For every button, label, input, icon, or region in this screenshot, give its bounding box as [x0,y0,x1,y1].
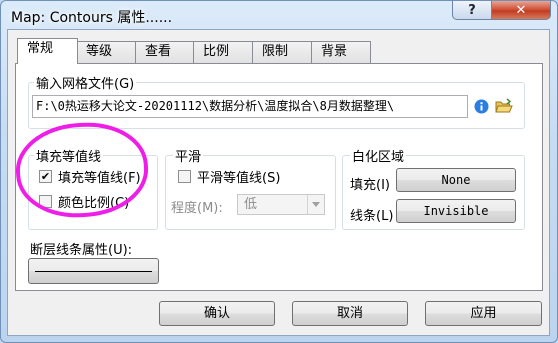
smoothing-title: 平滑 [173,146,204,165]
window-title: Map: Contours 属性...... [11,10,173,26]
tab-label: 限制 [262,44,289,59]
chevron-down-icon [307,195,324,214]
close-icon: ✕ [515,2,527,18]
blank-fill-value: None [441,173,471,187]
smoothing-level-label: 程度(M): [171,201,223,216]
tab-label: 比例 [203,44,230,59]
apply-label: 应用 [470,306,497,321]
fault-line-style-button[interactable] [28,258,159,284]
grid-file-label: 输入网格文件(G) [34,73,137,92]
blank-fill-label: 填充(I) [350,178,390,193]
tab-label: 查看 [145,44,172,59]
fault-line-label: 断层线条属性(U): [30,243,133,258]
apply-button[interactable]: 应用 [425,301,542,326]
help-button[interactable]: ? [452,1,492,20]
line-sample [35,271,152,272]
blank-line-button[interactable]: Invisible [396,199,516,223]
blank-line-value: Invisible [423,204,489,218]
tab-label: 常规 [27,41,54,56]
blanked-regions-title: 白化区域 [350,146,407,165]
open-folder-icon[interactable] [495,98,513,117]
tab-label: 等级 [86,44,113,59]
cancel-label: 取消 [336,306,363,321]
tab-background[interactable]: 背景 [311,41,371,63]
info-icon[interactable] [474,99,489,117]
tab-scale[interactable]: 比例 [193,41,253,63]
help-icon: ? [468,2,476,18]
smooth-contours-checkbox[interactable] [178,170,191,183]
ok-button[interactable]: 确认 [159,301,275,326]
tab-view[interactable]: 查看 [135,41,194,63]
blank-fill-button[interactable]: None [396,168,516,192]
tab-limits[interactable]: 限制 [252,41,312,63]
blank-line-label: 线条(L) [350,209,394,224]
tab-general[interactable]: 常规 [17,38,78,64]
smoothing-level-value: 低 [244,197,258,212]
close-button[interactable]: ✕ [491,1,551,20]
smooth-contours-label: 平滑等值线(S) [197,171,281,186]
smoothing-level-select[interactable]: 低 [237,194,325,215]
cancel-button[interactable]: 取消 [292,301,408,326]
tab-label: 背景 [321,44,348,59]
ok-label: 确认 [203,306,230,321]
tab-levels[interactable]: 等级 [76,41,136,63]
grid-file-path-field[interactable]: F:\0热运移大论文-20201112\数据分析\温度拟合\8月数据整理\ [32,95,468,118]
